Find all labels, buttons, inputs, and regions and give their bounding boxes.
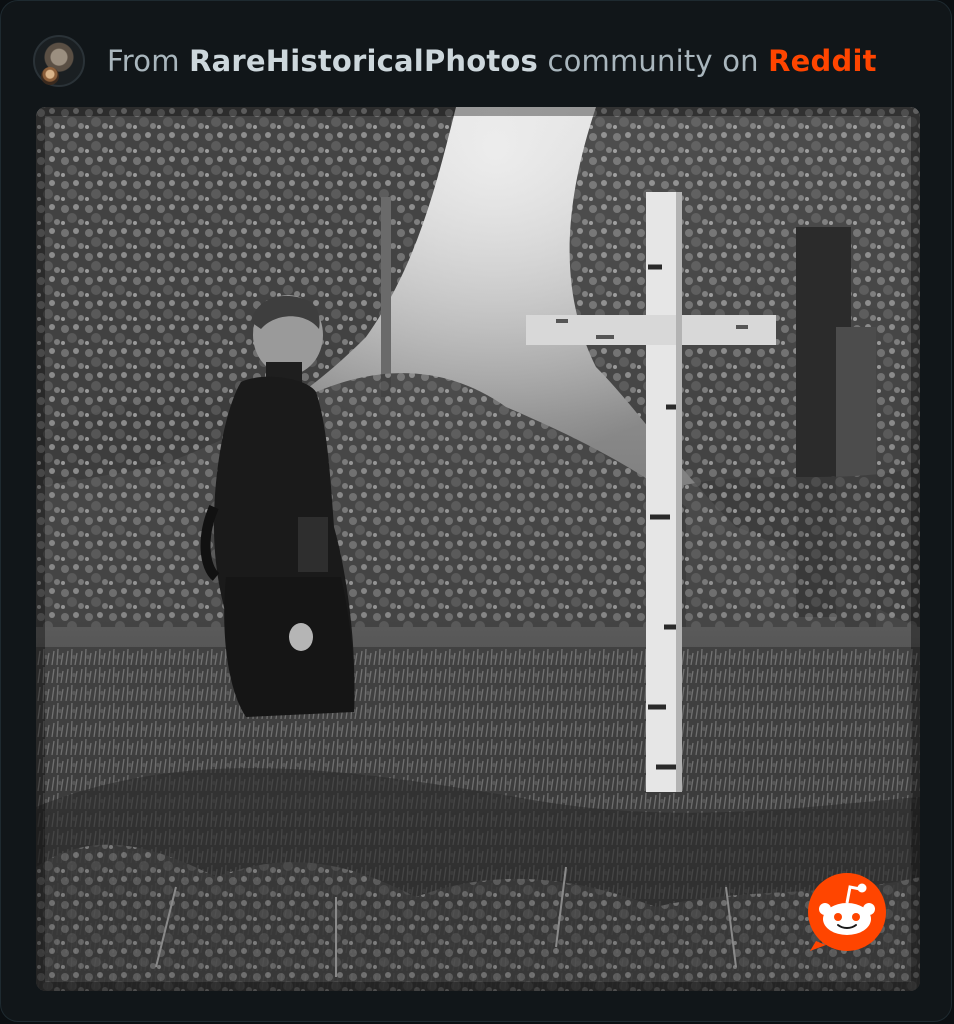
community-name-link[interactable]: RareHistoricalPhotos bbox=[189, 44, 538, 78]
reddit-embed-card: From RareHistoricalPhotos community on R… bbox=[0, 0, 952, 1022]
community-avatar[interactable] bbox=[33, 35, 85, 87]
source-middle: community on bbox=[538, 44, 769, 78]
post-image[interactable] bbox=[36, 107, 920, 991]
platform-name-link[interactable]: Reddit bbox=[768, 44, 877, 78]
reddit-snoo-icon bbox=[808, 873, 886, 951]
historical-photo bbox=[36, 107, 920, 991]
source-line: From RareHistoricalPhotos community on R… bbox=[107, 44, 877, 78]
card-header: From RareHistoricalPhotos community on R… bbox=[33, 31, 877, 91]
avatar-face-icon bbox=[41, 67, 59, 85]
source-prefix: From bbox=[107, 44, 190, 78]
